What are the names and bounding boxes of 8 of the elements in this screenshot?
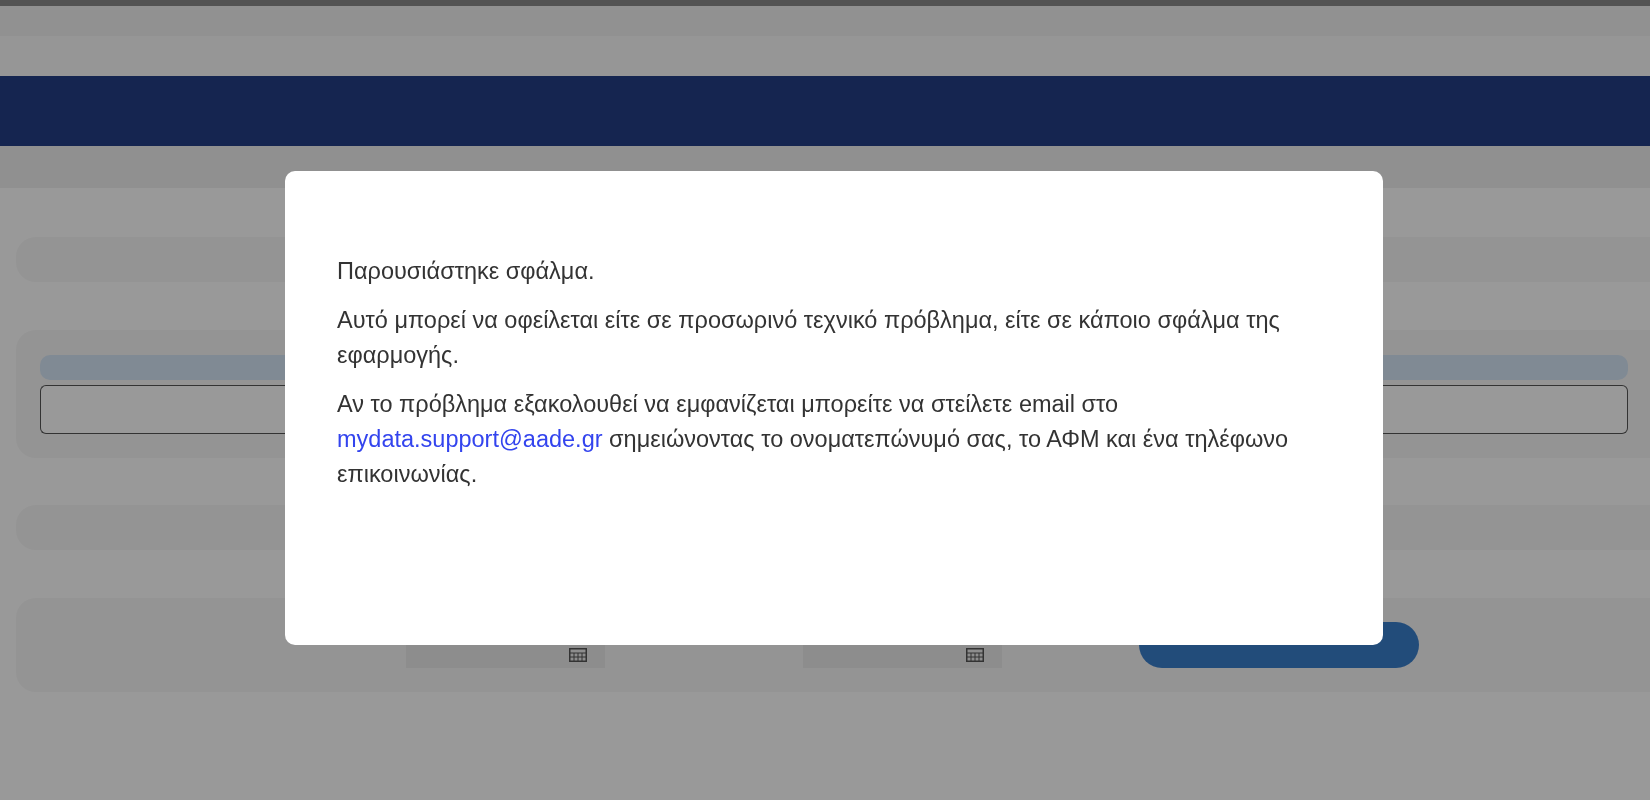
input-field[interactable] [40, 385, 285, 434]
message-text: Παρουσιάστηκε σφάλμα. [337, 257, 596, 286]
input-field[interactable] [1383, 385, 1628, 434]
message-text: Αν το πρόβλημα εξακολουθεί να εμφανίζεται μπορείτε να στείλετε email στο mydata.support@aade.gr σημειώνοντας το ονοματεπώνυμό σας, το ΑΦΜ και ένα τηλέφωνο επικοινωνίας. [337, 390, 1290, 489]
calendar-icon [966, 648, 984, 662]
email-link[interactable]: mydata.support@aade.gr [337, 426, 603, 452]
message-text: Αυτό μπορεί να οφείλεται είτε σε προσωρινό τεχνικό πρόβλημα, είτε σε κάποιο σφάλμα της εφαρμογής. [337, 306, 1281, 370]
calendar-icon [569, 648, 587, 662]
